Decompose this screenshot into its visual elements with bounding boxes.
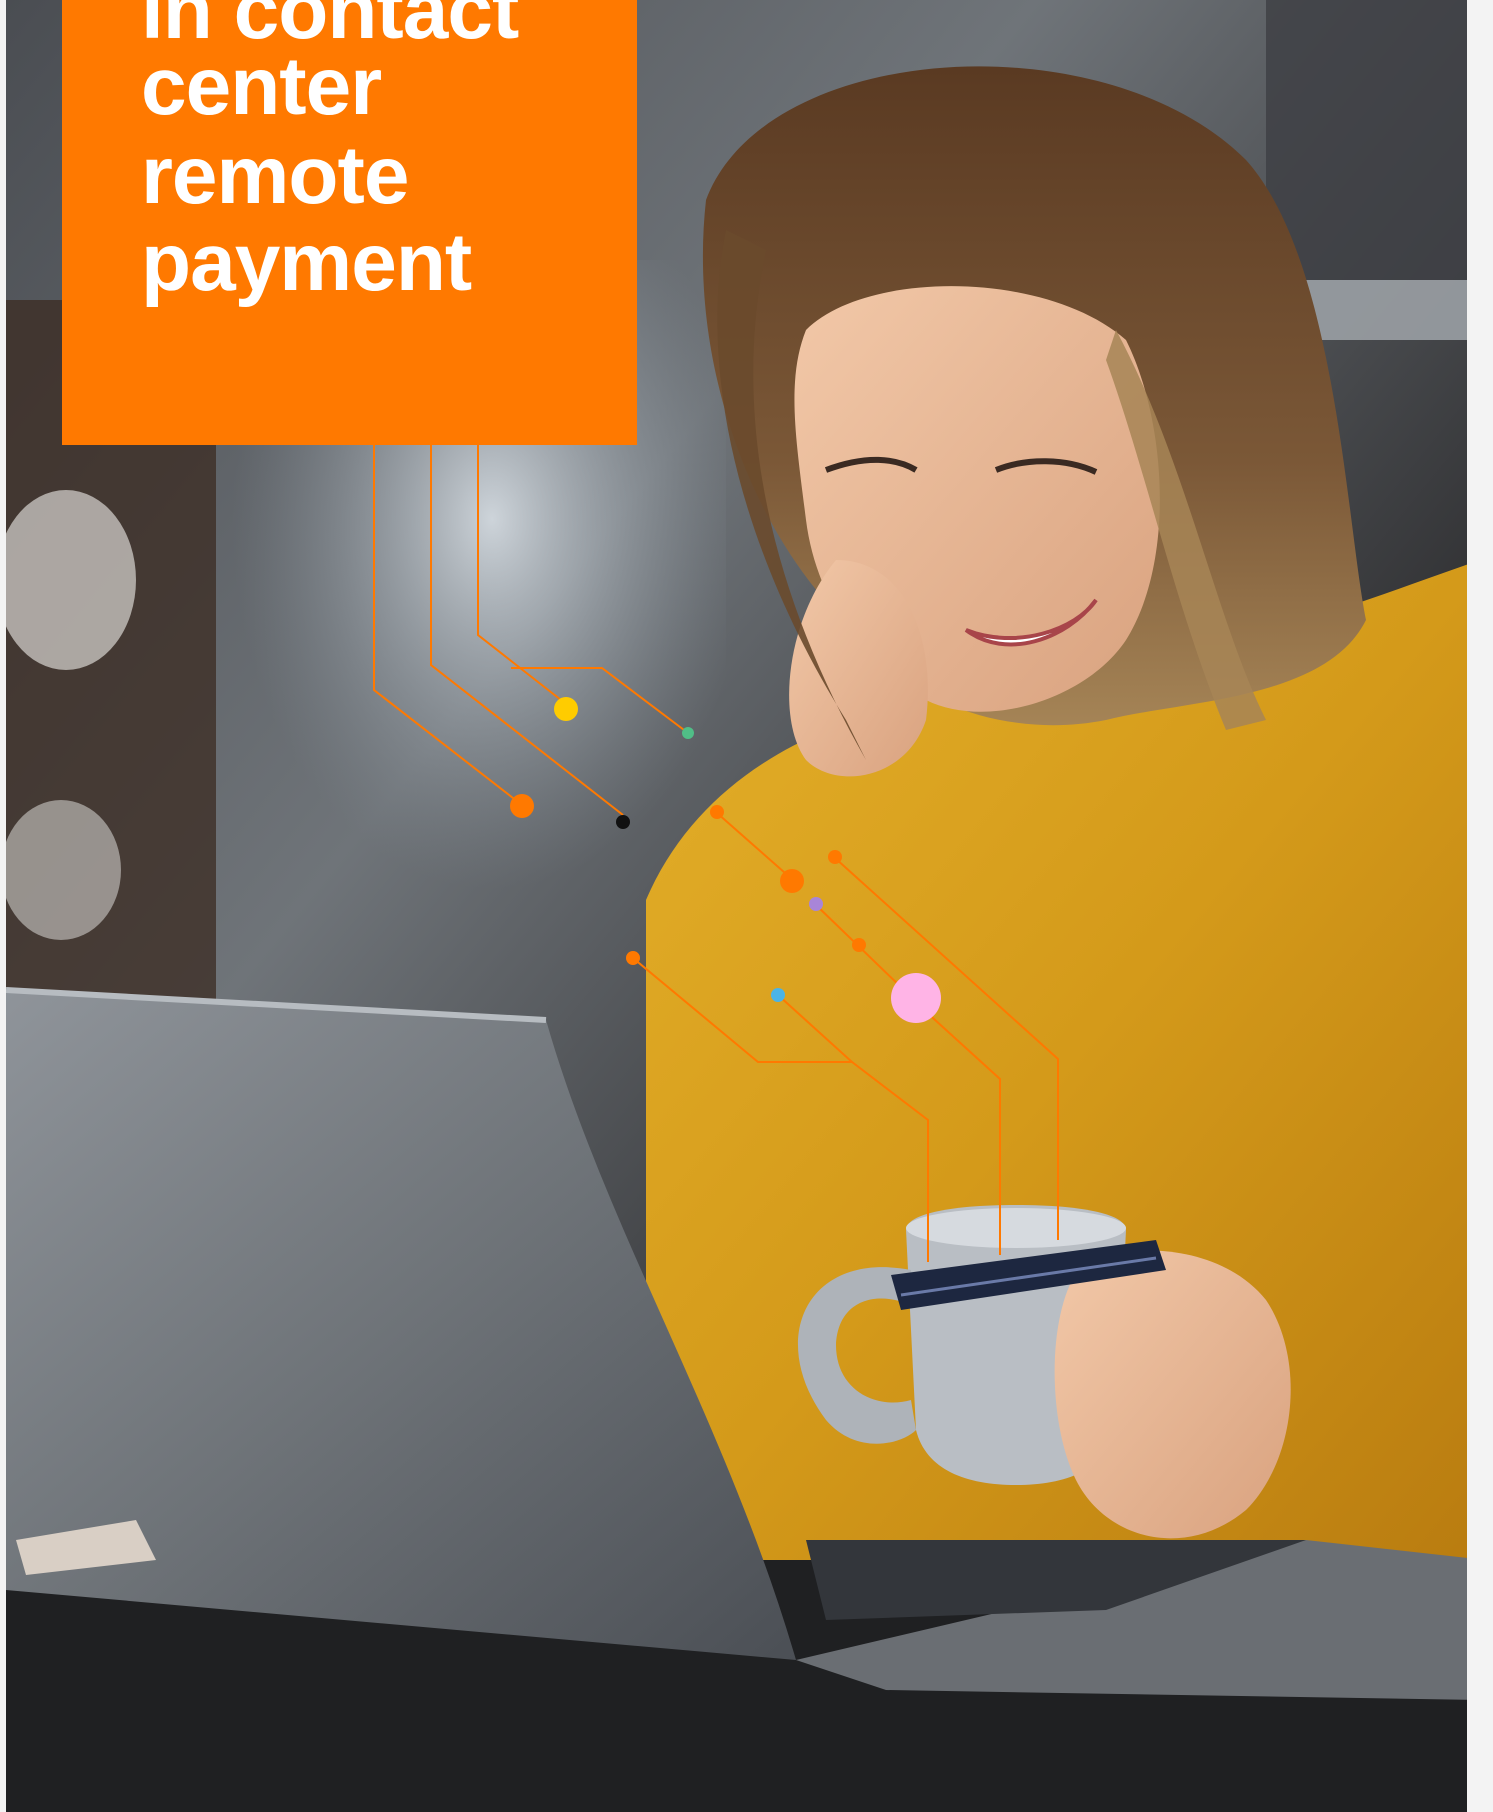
title-box: in contact center remote payment xyxy=(62,0,637,445)
title-line-4: payment xyxy=(141,217,472,308)
title-line-2: center xyxy=(141,41,382,132)
title-line-3: remote xyxy=(141,130,409,221)
page-edge xyxy=(1467,0,1480,1812)
cover-page: in contact center remote payment xyxy=(6,0,1480,1812)
